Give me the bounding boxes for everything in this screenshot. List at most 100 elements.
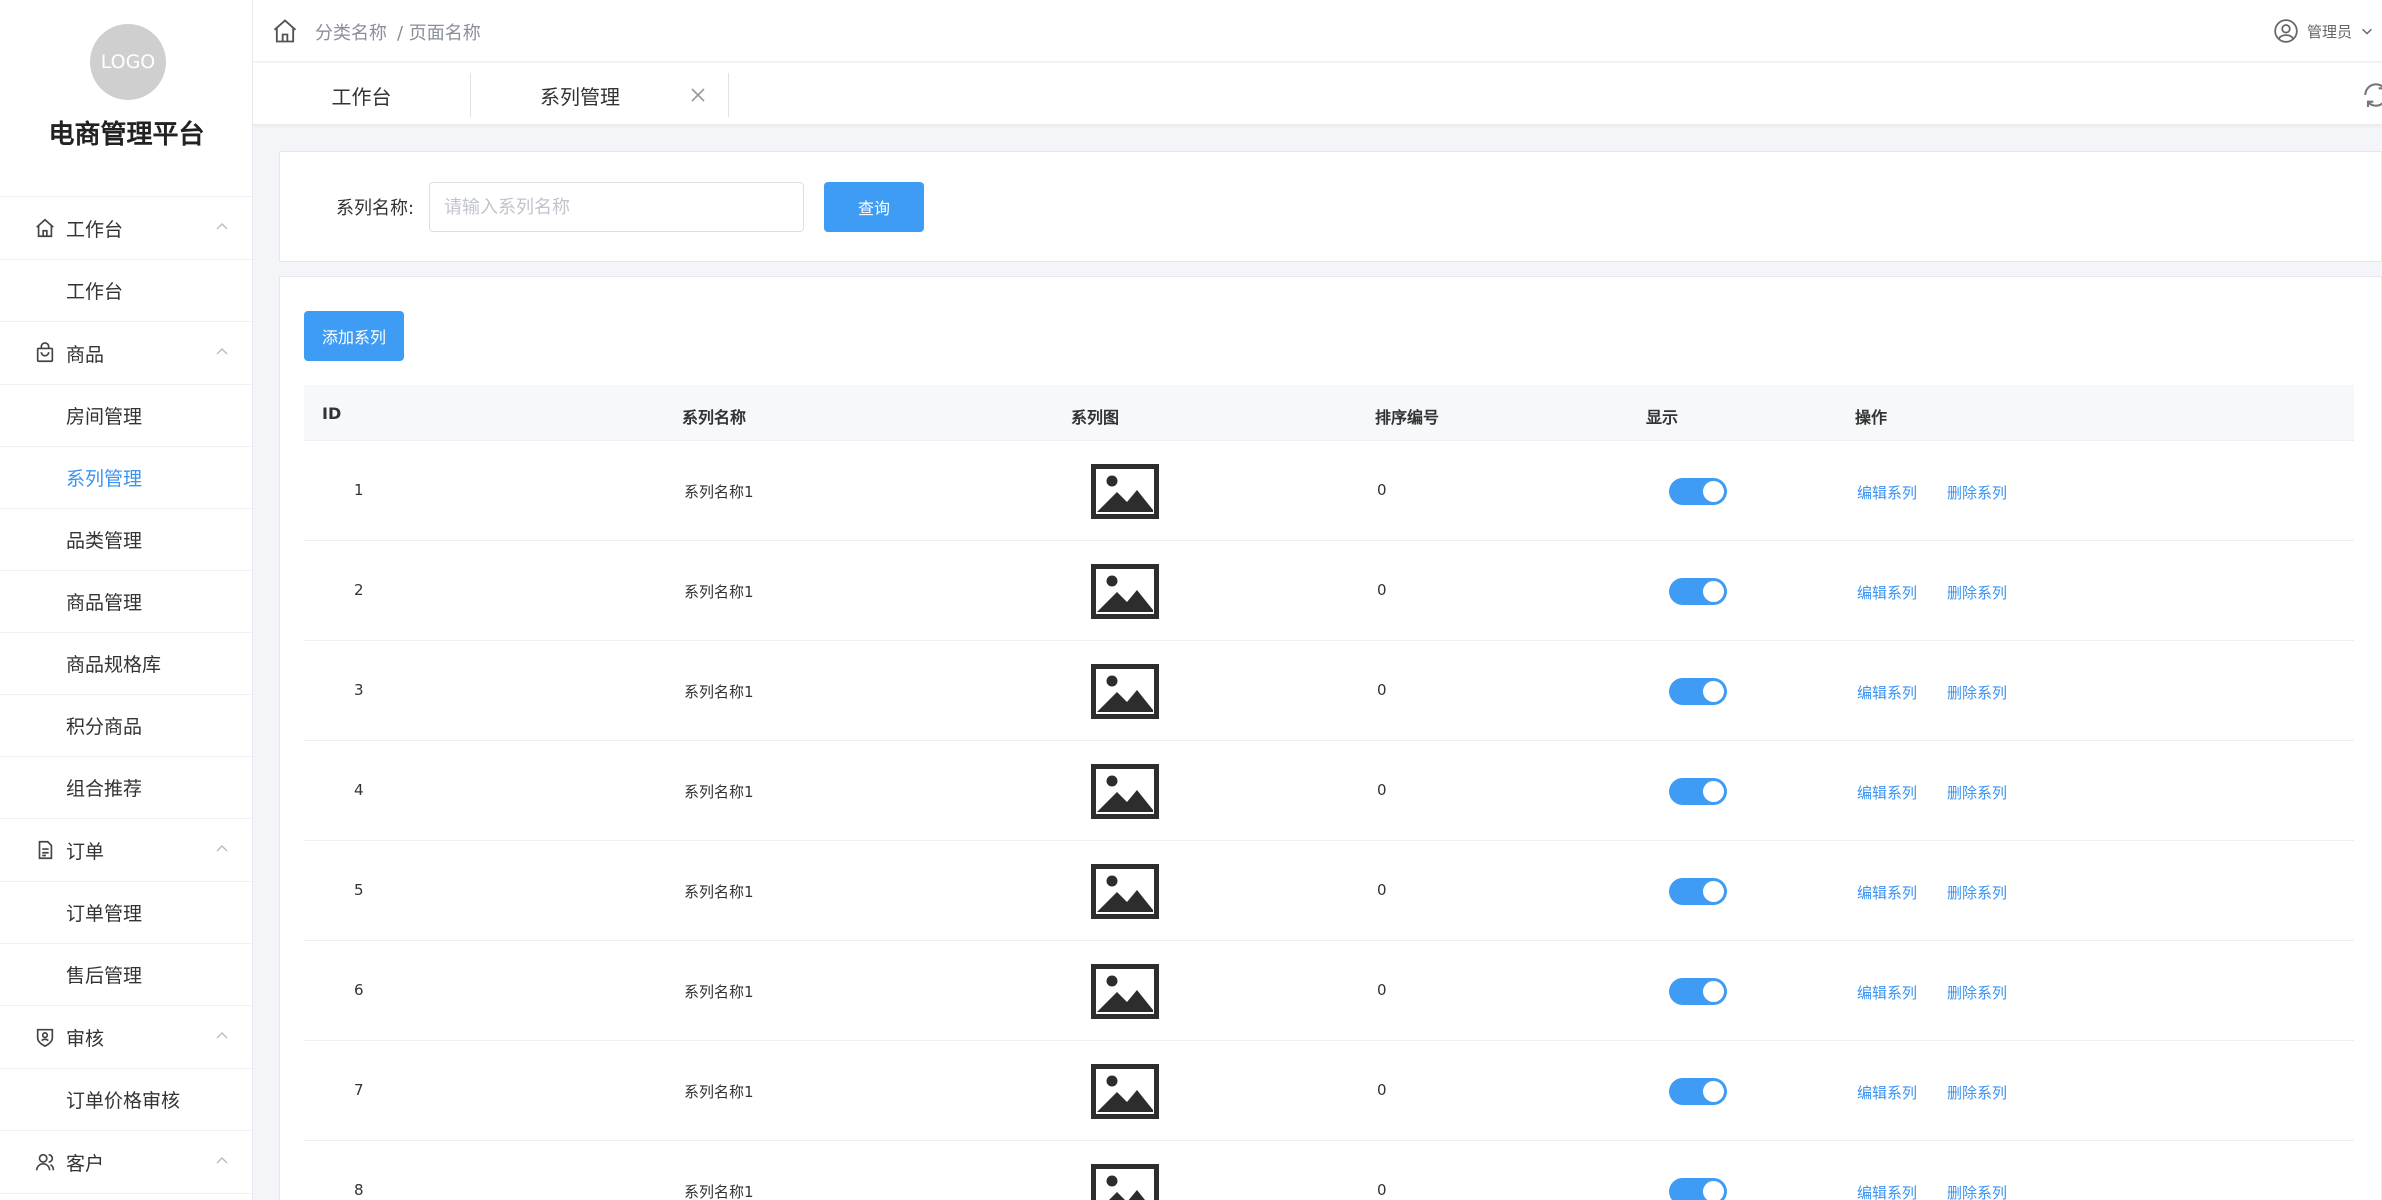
table-row: 8 系列名称1 0 编辑系列 删除系列 [304, 1141, 2354, 1200]
sidebar-item-points[interactable]: 积分商品 [0, 695, 252, 757]
table-row: 2 系列名称1 0 编辑系列 删除系列 [304, 541, 2354, 641]
toggle-knob [1703, 1181, 1724, 1200]
cell-sort: 0 [1377, 481, 1387, 499]
search-button[interactable]: 查询 [824, 182, 924, 232]
edit-series-link[interactable]: 编辑系列 [1857, 982, 1917, 1003]
delete-series-link[interactable]: 删除系列 [1947, 882, 2007, 903]
home-icon[interactable] [271, 17, 299, 45]
toggle-knob [1703, 881, 1724, 902]
sidebar-group-customer[interactable]: 客户 [0, 1131, 252, 1194]
tab-label: 系列管理 [540, 84, 620, 109]
user-avatar-icon [2274, 19, 2298, 43]
sidebar-item-spec[interactable]: 商品规格库 [0, 633, 252, 695]
search-panel: 系列名称: 查询 [279, 151, 2382, 262]
edit-series-link[interactable]: 编辑系列 [1857, 1082, 1917, 1103]
sidebar-group-goods[interactable]: 商品 [0, 322, 252, 385]
sidebar-group-label: 客户 [66, 1152, 105, 1175]
delete-series-link[interactable]: 删除系列 [1947, 1082, 2007, 1103]
top-header: 分类名称 / 页面名称 管理员 [253, 0, 2382, 62]
show-toggle[interactable] [1669, 878, 1727, 905]
show-toggle[interactable] [1669, 778, 1727, 805]
toggle-knob [1703, 481, 1724, 502]
cell-name: 系列名称1 [684, 583, 754, 601]
shopping-bag-icon [32, 340, 58, 366]
col-name: 系列名称 [682, 408, 747, 427]
toggle-knob [1703, 1081, 1724, 1102]
delete-series-link[interactable]: 删除系列 [1947, 582, 2007, 603]
delete-series-link[interactable]: 删除系列 [1947, 782, 2007, 803]
show-toggle[interactable] [1669, 478, 1727, 505]
col-sort: 排序编号 [1375, 408, 1440, 427]
chevron-up-icon [216, 845, 228, 852]
cell-name: 系列名称1 [684, 883, 754, 901]
col-actions: 操作 [1855, 408, 1888, 427]
show-toggle[interactable] [1669, 578, 1727, 605]
edit-series-link[interactable]: 编辑系列 [1857, 582, 1917, 603]
show-toggle[interactable] [1669, 1078, 1727, 1105]
image-placeholder-icon [1091, 464, 1159, 519]
sidebar-group-label: 商品 [66, 343, 105, 366]
toggle-knob [1703, 681, 1724, 702]
series-name-input[interactable] [429, 182, 804, 232]
col-id: ID [322, 404, 342, 423]
cell-name: 系列名称1 [684, 783, 754, 801]
show-toggle[interactable] [1669, 978, 1727, 1005]
image-placeholder-icon [1091, 964, 1159, 1019]
cell-sort: 0 [1377, 781, 1387, 799]
refresh-icon[interactable] [2360, 79, 2382, 111]
edit-series-link[interactable]: 编辑系列 [1857, 882, 1917, 903]
user-icon [32, 1149, 58, 1175]
sidebar-item-goods[interactable]: 商品管理 [0, 571, 252, 633]
table-row: 7 系列名称1 0 编辑系列 删除系列 [304, 1041, 2354, 1141]
image-placeholder-icon [1091, 1064, 1159, 1119]
sidebar-item-price-audit[interactable]: 订单价格审核 [0, 1069, 252, 1131]
table-row: 4 系列名称1 0 编辑系列 删除系列 [304, 741, 2354, 841]
tab-workbench[interactable]: 工作台 [253, 73, 471, 117]
breadcrumb: 分类名称 / 页面名称 [315, 19, 481, 45]
sidebar-item-series[interactable]: 系列管理 [0, 447, 252, 509]
sidebar-item-workbench[interactable]: 工作台 [0, 260, 252, 322]
edit-series-link[interactable]: 编辑系列 [1857, 782, 1917, 803]
username: 管理员 [2306, 22, 2352, 41]
sidebar-item-room[interactable]: 房间管理 [0, 385, 252, 447]
delete-series-link[interactable]: 删除系列 [1947, 982, 2007, 1003]
add-series-button[interactable]: 添加系列 [304, 311, 404, 361]
table-row: 3 系列名称1 0 编辑系列 删除系列 [304, 641, 2354, 741]
sidebar-group-workbench[interactable]: 工作台 [0, 197, 252, 260]
sidebar-item-category[interactable]: 品类管理 [0, 509, 252, 571]
delete-series-link[interactable]: 删除系列 [1947, 682, 2007, 703]
cell-id: 3 [354, 681, 364, 699]
sidebar-group-order[interactable]: 订单 [0, 819, 252, 882]
user-menu[interactable]: 管理员 [2273, 18, 2374, 44]
edit-series-link[interactable]: 编辑系列 [1857, 482, 1917, 503]
table-row: 5 系列名称1 0 编辑系列 删除系列 [304, 841, 2354, 941]
delete-series-link[interactable]: 删除系列 [1947, 1182, 2007, 1200]
breadcrumb-category[interactable]: 分类名称 [315, 19, 387, 45]
chevron-up-icon [216, 348, 228, 355]
sidebar-item-after-sale[interactable]: 售后管理 [0, 944, 252, 1006]
cell-sort: 0 [1377, 1181, 1387, 1199]
cell-id: 8 [354, 1181, 364, 1199]
sidebar-group-audit[interactable]: 审核 [0, 1006, 252, 1069]
cell-sort: 0 [1377, 1081, 1387, 1099]
cell-name: 系列名称1 [684, 1183, 754, 1200]
cell-sort: 0 [1377, 981, 1387, 999]
sidebar-nav: 工作台 工作台 商品 房间管理 系列管理 品类管理 商品管理 商品规格库 积分商… [0, 197, 252, 1194]
edit-series-link[interactable]: 编辑系列 [1857, 1182, 1917, 1200]
sidebar-item-combo[interactable]: 组合推荐 [0, 757, 252, 819]
home-icon [32, 215, 58, 241]
close-icon[interactable] [688, 85, 708, 105]
image-placeholder-icon [1091, 764, 1159, 819]
table-row: 1 系列名称1 0 编辑系列 删除系列 [304, 441, 2354, 541]
chevron-up-icon [216, 223, 228, 230]
cell-name: 系列名称1 [684, 1083, 754, 1101]
document-icon [32, 837, 58, 863]
delete-series-link[interactable]: 删除系列 [1947, 482, 2007, 503]
show-toggle[interactable] [1669, 678, 1727, 705]
sidebar-group-label: 工作台 [66, 218, 124, 241]
edit-series-link[interactable]: 编辑系列 [1857, 682, 1917, 703]
series-table: ID 系列名称 系列图 排序编号 显示 操作 1 系列名称1 0 编辑系列 删除系列 2 系… [304, 385, 2354, 1200]
breadcrumb-page: / 页面名称 [397, 23, 481, 44]
sidebar-item-order-manage[interactable]: 订单管理 [0, 882, 252, 944]
show-toggle[interactable] [1669, 1178, 1727, 1200]
